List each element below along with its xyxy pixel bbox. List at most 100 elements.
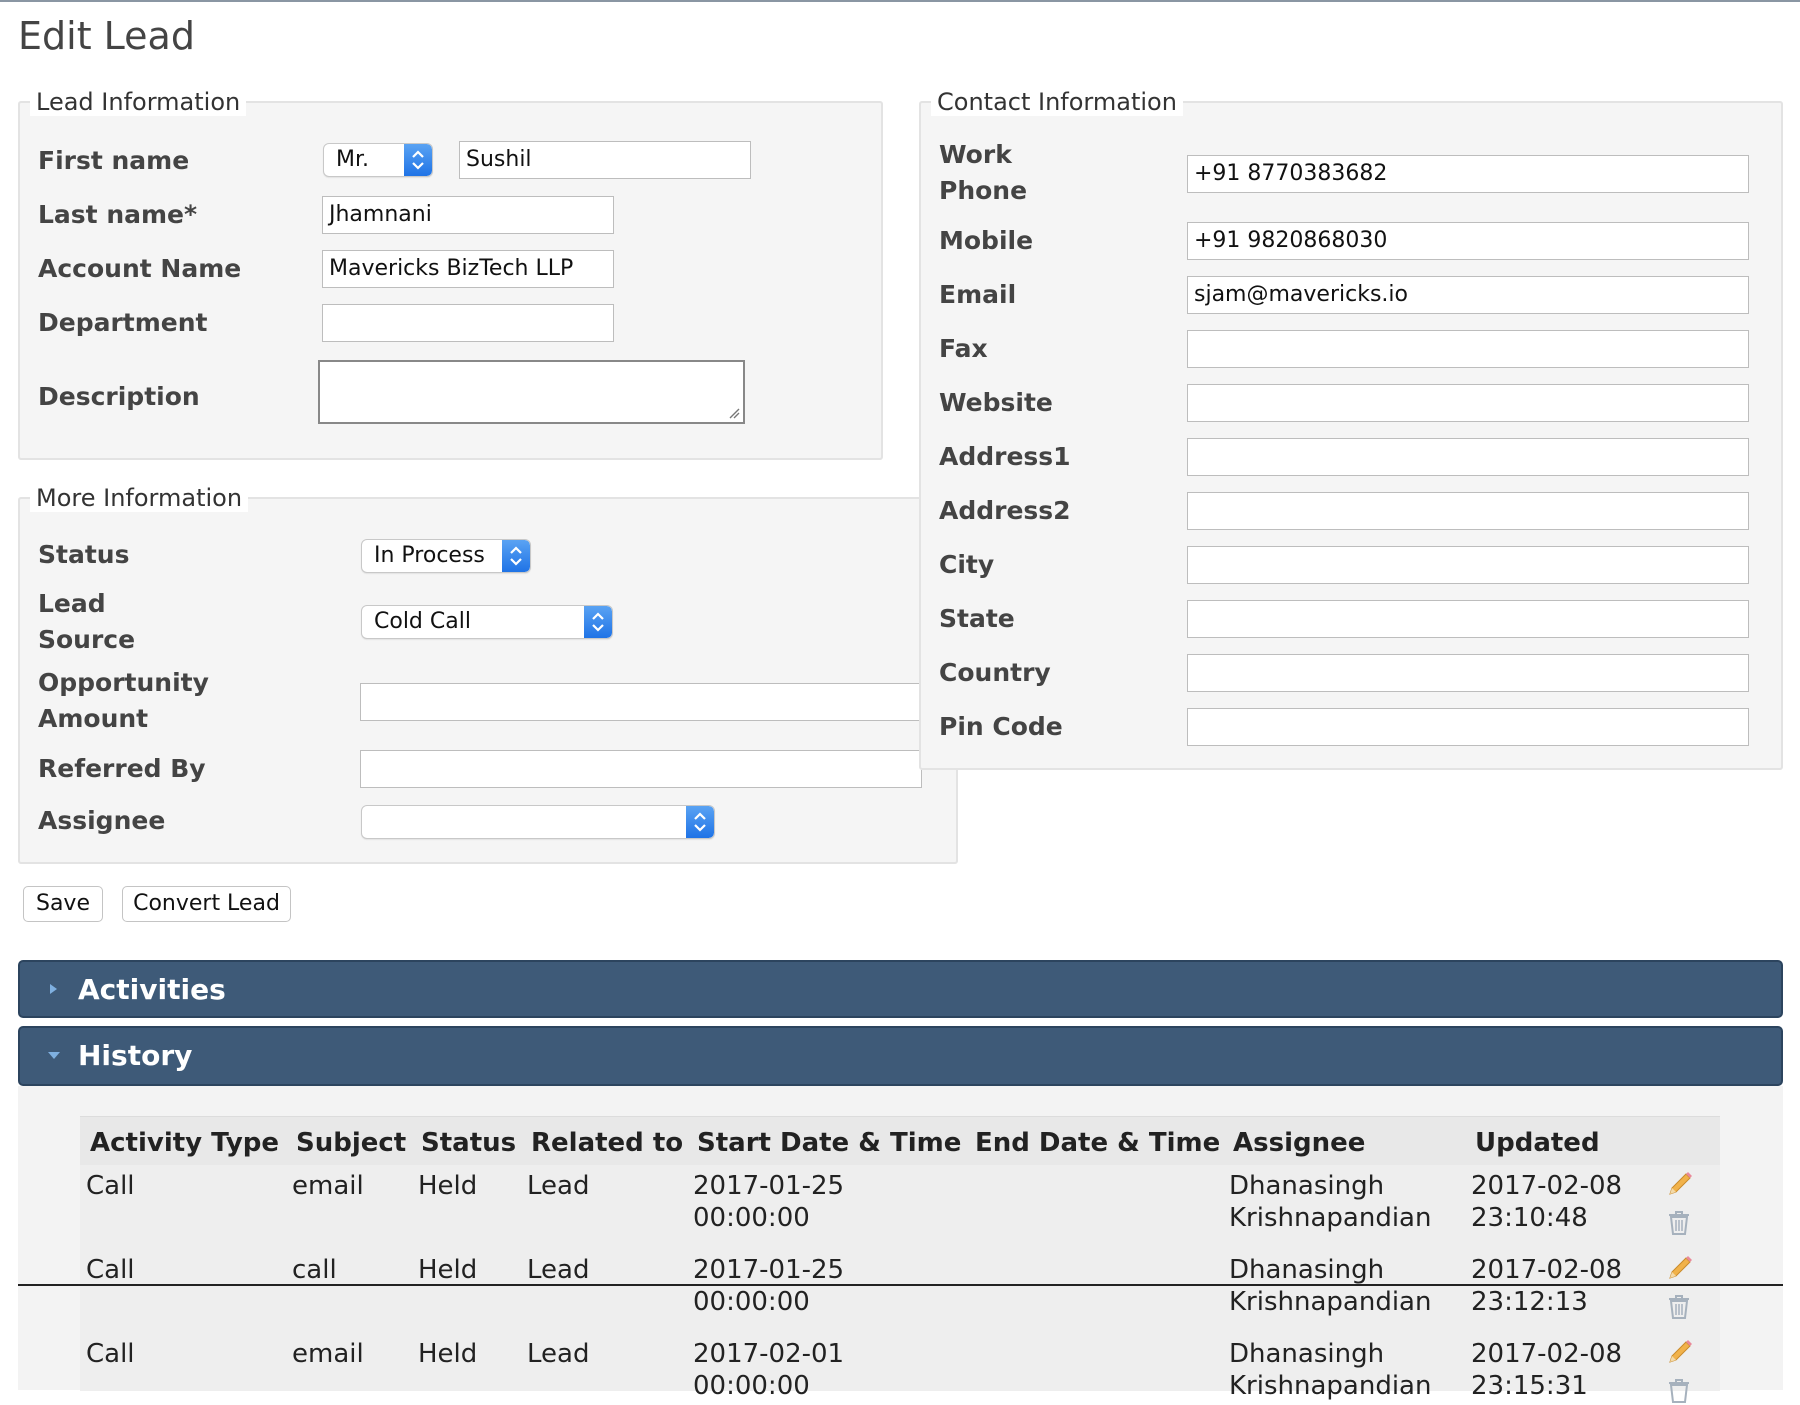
email-label: Email bbox=[939, 280, 1017, 309]
start-time: 00:00:00 bbox=[693, 1203, 810, 1233]
country-input[interactable] bbox=[1187, 654, 1749, 692]
cell-related-to: Lead bbox=[527, 1255, 590, 1285]
cell-assignee: Dhanasingh Krishnapandian bbox=[1229, 1170, 1431, 1234]
cell-updated: 2017-02-08 23:10:48 bbox=[1471, 1170, 1622, 1234]
page-title: Edit Lead bbox=[18, 14, 195, 58]
cell-subject: email bbox=[292, 1339, 364, 1369]
caret-right-icon bbox=[50, 984, 57, 994]
col-related-to: Related to bbox=[531, 1128, 684, 1158]
col-updated: Updated bbox=[1475, 1128, 1600, 1158]
cell-start-date: 2017-02-01 00:00:00 bbox=[693, 1338, 844, 1402]
resize-grip-icon[interactable] bbox=[728, 407, 740, 419]
assignee-last: Krishnapandian bbox=[1229, 1203, 1432, 1233]
description-textarea[interactable] bbox=[318, 360, 745, 424]
assignee-select[interactable] bbox=[361, 805, 715, 839]
pencil-icon[interactable] bbox=[1665, 1337, 1695, 1367]
city-input[interactable] bbox=[1187, 546, 1749, 584]
trash-icon[interactable] bbox=[1666, 1209, 1692, 1237]
start-date: 2017-01-25 bbox=[693, 1255, 845, 1285]
cell-start-date: 2017-01-25 00:00:00 bbox=[693, 1170, 844, 1234]
history-panel-title: History bbox=[78, 1039, 193, 1072]
col-end-date-time: End Date & Time bbox=[975, 1128, 1221, 1158]
salutation-value: Mr. bbox=[336, 147, 369, 172]
cell-activity-type: Call bbox=[86, 1339, 135, 1369]
referred-by-input[interactable] bbox=[360, 750, 922, 788]
first-name-input[interactable]: Sushil bbox=[459, 141, 751, 179]
top-border bbox=[0, 0, 1800, 2]
website-input[interactable] bbox=[1187, 384, 1749, 422]
lead-information-legend: Lead Information bbox=[30, 88, 247, 116]
opportunity-amount-label-line1: Opportunity bbox=[38, 668, 209, 697]
status-value: In Process bbox=[374, 543, 485, 568]
cell-updated: 2017-02-08 23:12:13 bbox=[1471, 1254, 1622, 1318]
updated-date: 2017-02-08 bbox=[1471, 1171, 1623, 1201]
col-start-date-time: Start Date & Time bbox=[697, 1128, 962, 1158]
fax-label: Fax bbox=[939, 334, 988, 363]
cell-status: Held bbox=[418, 1171, 478, 1201]
lead-source-select[interactable]: Cold Call bbox=[361, 605, 613, 639]
salutation-select[interactable]: Mr. bbox=[323, 143, 433, 177]
account-name-label: Account Name bbox=[38, 254, 242, 283]
description-label: Description bbox=[38, 382, 200, 411]
status-select[interactable]: In Process bbox=[361, 539, 531, 573]
work-phone-input[interactable]: +91 8770383682 bbox=[1187, 155, 1749, 193]
pin-code-input[interactable] bbox=[1187, 708, 1749, 746]
cell-status: Held bbox=[418, 1255, 478, 1285]
lead-source-label-line2: Source bbox=[38, 625, 136, 654]
assignee-first: Dhanasingh bbox=[1229, 1255, 1385, 1285]
cell-status: Held bbox=[418, 1339, 478, 1369]
opportunity-amount-label-line2: Amount bbox=[38, 704, 149, 733]
col-subject: Subject bbox=[296, 1128, 407, 1158]
updated-time: 23:12:13 bbox=[1471, 1287, 1588, 1317]
last-name-input[interactable]: Jhamnani bbox=[322, 196, 614, 234]
mobile-label: Mobile bbox=[939, 226, 1034, 255]
email-input[interactable]: sjam@mavericks.io bbox=[1187, 276, 1749, 314]
opportunity-amount-input[interactable] bbox=[360, 683, 922, 721]
lead-source-value: Cold Call bbox=[374, 609, 471, 634]
cell-subject: call bbox=[292, 1255, 337, 1285]
cell-assignee: Dhanasingh Krishnapandian bbox=[1229, 1338, 1431, 1402]
website-label: Website bbox=[939, 388, 1053, 417]
col-activity-type: Activity Type bbox=[90, 1128, 280, 1158]
pencil-icon[interactable] bbox=[1665, 1253, 1695, 1283]
department-input[interactable] bbox=[322, 304, 614, 342]
mobile-input[interactable]: +91 9820868030 bbox=[1187, 222, 1749, 260]
cell-related-to: Lead bbox=[527, 1171, 590, 1201]
select-arrow-icon bbox=[502, 540, 530, 572]
cell-updated: 2017-02-08 23:15:31 bbox=[1471, 1338, 1622, 1402]
assignee-last: Krishnapandian bbox=[1229, 1371, 1432, 1401]
updated-date: 2017-02-08 bbox=[1471, 1339, 1623, 1369]
last-name-label: Last name* bbox=[38, 200, 198, 229]
state-input[interactable] bbox=[1187, 600, 1749, 638]
save-button[interactable]: Save bbox=[23, 886, 103, 922]
account-name-input[interactable]: Mavericks BizTech LLP bbox=[322, 250, 614, 288]
activities-panel-title: Activities bbox=[78, 973, 226, 1006]
fax-input[interactable] bbox=[1187, 330, 1749, 368]
cell-related-to: Lead bbox=[527, 1339, 590, 1369]
lead-source-label: Lead Source bbox=[38, 586, 135, 658]
select-arrow-icon bbox=[686, 806, 714, 838]
work-phone-label-line1: Work bbox=[939, 140, 1012, 169]
contact-information-legend: Contact Information bbox=[931, 88, 1183, 116]
status-label: Status bbox=[38, 540, 130, 569]
updated-time: 23:10:48 bbox=[1471, 1203, 1588, 1233]
lead-source-label-line1: Lead bbox=[38, 589, 106, 618]
address1-input[interactable] bbox=[1187, 438, 1749, 476]
activities-panel-header[interactable]: Activities bbox=[18, 960, 1783, 1018]
address2-input[interactable] bbox=[1187, 492, 1749, 530]
start-date: 2017-02-01 bbox=[693, 1339, 845, 1369]
referred-by-label: Referred By bbox=[38, 754, 206, 783]
select-arrow-icon bbox=[404, 144, 432, 176]
trash-icon[interactable] bbox=[1666, 1293, 1692, 1321]
trash-icon[interactable] bbox=[1666, 1377, 1692, 1405]
assignee-first: Dhanasingh bbox=[1229, 1339, 1385, 1369]
history-panel-header[interactable]: History bbox=[18, 1026, 1783, 1086]
start-time: 00:00:00 bbox=[693, 1287, 810, 1317]
work-phone-label: Work Phone bbox=[939, 137, 1027, 209]
cell-assignee: Dhanasingh Krishnapandian bbox=[1229, 1254, 1431, 1318]
updated-date: 2017-02-08 bbox=[1471, 1255, 1623, 1285]
assignee-last: Krishnapandian bbox=[1229, 1287, 1432, 1317]
convert-lead-button[interactable]: Convert Lead bbox=[122, 886, 291, 922]
assignee-label: Assignee bbox=[38, 806, 166, 835]
pencil-icon[interactable] bbox=[1665, 1169, 1695, 1199]
